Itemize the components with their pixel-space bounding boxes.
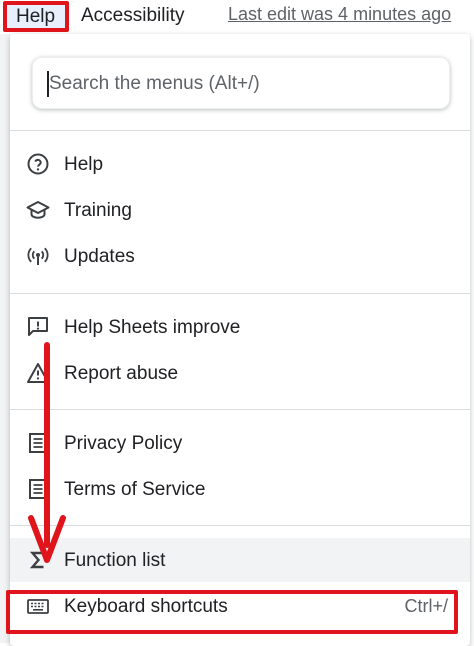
menu-item-label: Terms of Service bbox=[64, 479, 206, 500]
document-icon bbox=[29, 479, 47, 499]
menu-item-shortcut: Ctrl+/ bbox=[404, 596, 448, 616]
menu-item-privacy-policy[interactable]: Privacy Policy bbox=[10, 421, 470, 465]
menu-divider bbox=[10, 409, 470, 410]
background-strip bbox=[0, 34, 10, 643]
menu-item-label: Keyboard shortcuts bbox=[64, 596, 228, 617]
menu-search-box[interactable] bbox=[32, 57, 450, 109]
menu-item-label: Report abuse bbox=[64, 363, 179, 384]
menu-divider bbox=[10, 130, 470, 131]
menu-help[interactable]: Help bbox=[3, 1, 69, 32]
menu-item-help-sheets-improve[interactable]: Help Sheets improve bbox=[10, 305, 470, 349]
broadcast-icon bbox=[27, 247, 49, 265]
menu-item-terms-of-service[interactable]: Terms of Service bbox=[10, 467, 470, 511]
sigma-icon bbox=[29, 551, 44, 569]
warning-icon bbox=[27, 363, 49, 383]
menu-item-label: Privacy Policy bbox=[64, 433, 183, 454]
help-circle-icon bbox=[27, 153, 49, 175]
menu-divider bbox=[10, 525, 470, 526]
help-menu-dropdown: Help Training Updates Help Sheets improv… bbox=[10, 34, 470, 646]
school-icon bbox=[26, 201, 50, 219]
menu-bar: Help Accessibility Last edit was 4 minut… bbox=[0, 0, 474, 34]
menu-item-label: Help bbox=[64, 154, 104, 175]
menu-accessibility[interactable]: Accessibility bbox=[81, 4, 184, 27]
document-icon bbox=[29, 433, 47, 453]
menu-item-report-abuse[interactable]: Report abuse bbox=[10, 351, 470, 395]
menu-item-keyboard-shortcuts[interactable]: Keyboard shortcuts Ctrl+/ bbox=[10, 584, 470, 628]
feedback-icon bbox=[28, 317, 48, 336]
menu-item-training[interactable]: Training bbox=[10, 188, 470, 232]
menu-item-updates[interactable]: Updates bbox=[10, 234, 470, 278]
menu-search-input[interactable] bbox=[49, 70, 439, 98]
menu-item-function-list[interactable]: Function list bbox=[10, 538, 470, 582]
menu-item-label: Help Sheets improve bbox=[64, 317, 241, 338]
menu-divider bbox=[10, 293, 470, 294]
last-edit-link[interactable]: Last edit was 4 minutes ago bbox=[228, 3, 451, 26]
menu-item-label: Updates bbox=[64, 246, 135, 267]
keyboard-icon bbox=[27, 599, 49, 614]
menu-item-help[interactable]: Help bbox=[10, 142, 470, 186]
menu-item-label: Training bbox=[64, 200, 132, 221]
menu-item-label: Function list bbox=[64, 550, 166, 571]
